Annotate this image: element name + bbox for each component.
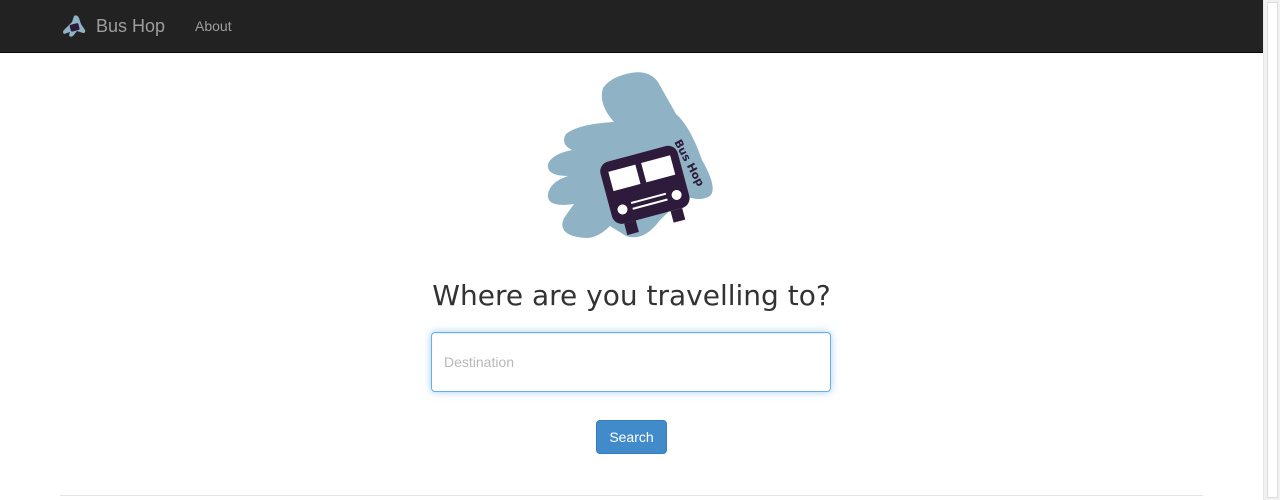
hand-bus-icon [60, 12, 88, 40]
vertical-scrollbar[interactable] [1263, 0, 1280, 500]
scrollbar-thumb[interactable] [1267, 2, 1278, 498]
top-navbar: Bus Hop About [0, 0, 1263, 53]
page-title: Where are you travelling to? [432, 279, 831, 312]
nav-link-about[interactable]: About [195, 0, 232, 52]
page: Bus Hop About Bus Hop Where are you trav… [0, 0, 1280, 500]
destination-input[interactable] [431, 332, 831, 392]
bus-hop-logo: Bus Hop [540, 70, 720, 242]
search-button[interactable]: Search [596, 420, 667, 454]
footer-divider [60, 495, 1203, 496]
brand-name: Bus Hop [96, 16, 166, 36]
brand-link[interactable]: Bus Hop [60, 0, 165, 52]
